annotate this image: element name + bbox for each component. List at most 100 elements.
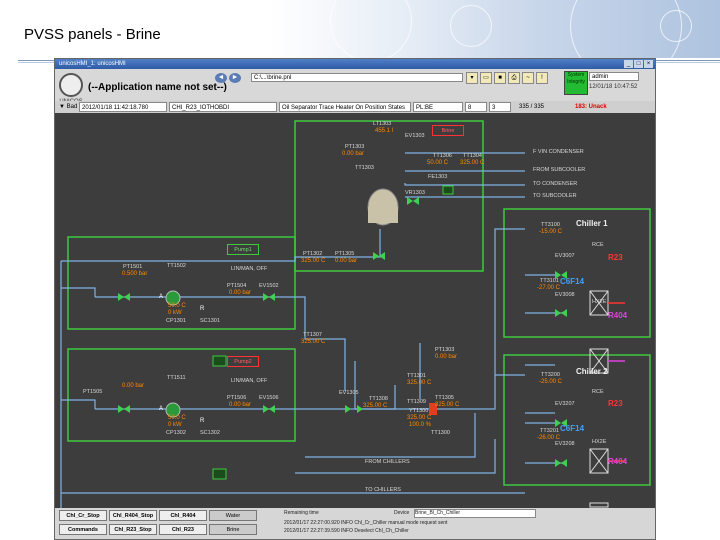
cmd-row1-3[interactable]: Chl_R404: [159, 510, 207, 521]
chiller2-ev2-tag[interactable]: EV3208: [555, 441, 575, 447]
pump1-button[interactable]: Pump1: [227, 244, 259, 255]
pump2-tag-2[interactable]: PT1506: [227, 395, 246, 401]
back-icon[interactable]: ◄: [215, 73, 227, 83]
return-tt2-tag[interactable]: TT1308: [369, 396, 388, 402]
save-icon[interactable]: ■: [494, 72, 506, 84]
print-icon[interactable]: ⎙: [508, 72, 520, 84]
brine-button[interactable]: Brine: [432, 125, 464, 136]
chiller2-temp2: -26.00 C: [537, 435, 561, 441]
pump2-ctrl[interactable]: R: [200, 418, 204, 424]
pump1-tag[interactable]: CP1301: [166, 318, 186, 324]
chiller2-temp: -25.00 C: [539, 379, 563, 385]
pump2-marker: A: [159, 406, 164, 412]
return-v-tag[interactable]: YT1300: [409, 408, 428, 414]
header-tag-2[interactable]: TT1304: [463, 153, 482, 159]
status-state: ▼ Bad: [59, 104, 78, 110]
pump2-speed: 0 kW: [168, 422, 182, 428]
tank-pressure-tag[interactable]: PT1303: [345, 144, 364, 150]
mid-tag-1[interactable]: PT1302: [303, 251, 322, 257]
chiller1-temp2: -27.00 C: [537, 285, 561, 291]
status-timestamp[interactable]: 2012/01/18 11:42:18.780: [79, 102, 167, 112]
pump2-tag-3[interactable]: EV1506: [259, 395, 279, 401]
chiller2-hx2-label: HX2E: [592, 439, 607, 445]
tank-bottom-tag[interactable]: VR1303: [405, 190, 425, 196]
return-tt-tag[interactable]: TT1307: [303, 332, 322, 338]
chiller1-temp: -15.00 C: [539, 229, 563, 235]
system-integrity-button[interactable]: System Integrity: [564, 71, 588, 95]
trend-icon[interactable]: ~: [522, 72, 534, 84]
chiller2-temp2-tag[interactable]: TT3201: [540, 428, 559, 434]
pump2-tag[interactable]: CP1302: [166, 430, 186, 436]
unack-count[interactable]: 183: Unack: [575, 101, 607, 113]
tank-flow-tag[interactable]: FE1303: [428, 174, 447, 180]
alarm-icon[interactable]: !: [536, 72, 548, 84]
device-field[interactable]: Brine_Bl_Ch_Chiller: [414, 509, 536, 518]
pump2-tag-1[interactable]: TT1511: [167, 375, 186, 381]
tank-level-tag[interactable]: LT1303: [373, 121, 391, 127]
status-field2[interactable]: 3: [489, 102, 511, 112]
chiller2-hx1-label: RCE: [592, 389, 604, 395]
close-button[interactable]: ×: [644, 60, 653, 68]
pump2-status: LIN/MAN, OFF: [231, 378, 268, 384]
return-pt-tag[interactable]: PT1303: [435, 347, 454, 353]
chiller1-frame: [503, 208, 651, 338]
pump1-ctrl[interactable]: R: [200, 306, 204, 312]
pump2-inlet-tag[interactable]: PT1505: [83, 389, 102, 395]
pump1-tag-2[interactable]: PT1504: [227, 283, 246, 289]
cmd-row1-2[interactable]: Chl_R404_Stop: [109, 510, 157, 521]
pump1-outlet-value: 0.00 bar: [229, 290, 252, 296]
to-chillers: TO CHILLERS: [365, 487, 401, 493]
message-2: 2012/01/17 22:27:39.590 INFO Deselect Ch…: [284, 528, 409, 534]
chiller2-temp-tag[interactable]: TT3200: [541, 372, 560, 378]
maximize-button[interactable]: □: [634, 60, 643, 68]
window-titlebar: unicosHMI_1: unicosHMI _ □ ×: [55, 59, 655, 69]
chiller1-temp-tag[interactable]: TT3100: [541, 222, 560, 228]
chiller1-temp2-tag[interactable]: TT3101: [540, 278, 559, 284]
cmd-row2-4[interactable]: Brine: [209, 524, 257, 535]
header-value-1: 50.00 C: [427, 160, 449, 166]
pump1-ctrl-tag[interactable]: SC1301: [200, 318, 220, 324]
return-bottom-tag[interactable]: TT1300: [431, 430, 450, 436]
folder-icon[interactable]: ▭: [480, 72, 492, 84]
pump1-tag-3[interactable]: EV1502: [259, 283, 279, 289]
chiller2-hx2: [589, 502, 609, 508]
heater-value: 325.00 C: [407, 415, 432, 421]
return-tt3-value: 325.00 C: [435, 402, 460, 408]
pump2-ctrl-tag[interactable]: SC1302: [200, 430, 220, 436]
minimize-button[interactable]: _: [624, 60, 633, 68]
window-title: unicosHMI_1: unicosHMI: [59, 61, 126, 67]
return-tt3-tag[interactable]: TT1305: [435, 395, 454, 401]
return-mid-tag[interactable]: TT1301: [407, 373, 426, 379]
pump2-temp: 50.0 C: [168, 415, 186, 421]
pump1-inlet-tag[interactable]: PT1501: [123, 264, 142, 270]
status-alias[interactable]: PL:BE: [413, 102, 463, 112]
pump1-tag-1[interactable]: TT1502: [167, 263, 186, 269]
status-description[interactable]: Oil Separator Trace Heater On Position S…: [279, 102, 411, 112]
user-field[interactable]: admin: [589, 72, 639, 81]
cmd-row1-4[interactable]: Water: [209, 510, 257, 521]
tank-pressure: 0.00 bar: [342, 151, 365, 157]
mid-tag-2[interactable]: PT1305: [335, 251, 354, 257]
chiller1-ev1-tag[interactable]: EV3007: [555, 253, 575, 259]
status-object[interactable]: CHI_R23_IOTHOBDI: [169, 102, 277, 112]
tank-level: 455.1 l: [375, 128, 394, 134]
cmd-row2-3[interactable]: Chl_R23: [159, 524, 207, 535]
chiller1-c6f14: C6F14: [560, 277, 585, 286]
chiller1-ev2-tag[interactable]: EV3008: [555, 292, 575, 298]
cmd-row2-2[interactable]: Chl_R23_Stop: [109, 524, 157, 535]
dropdown-icon[interactable]: ▾: [466, 72, 478, 84]
tank-temp-tag[interactable]: TT1303: [355, 165, 374, 171]
chiller2-ev1-tag[interactable]: EV3207: [555, 401, 575, 407]
chiller2-c6f14: C6F14: [560, 424, 585, 433]
status-field1[interactable]: 8: [465, 102, 487, 112]
heater-tag[interactable]: TT1309: [407, 399, 426, 405]
tank-valve-tag[interactable]: EV1303: [405, 133, 425, 139]
panel-path-input[interactable]: C:\...\brine.pnl: [251, 73, 463, 82]
return-valve-tag[interactable]: EV1305: [339, 390, 359, 396]
cmd-row2-1[interactable]: Commands: [59, 524, 107, 535]
pump2-button[interactable]: Pump2: [227, 356, 259, 367]
forward-icon[interactable]: ►: [229, 73, 241, 83]
return-tt2-value: 325.00 C: [363, 403, 388, 409]
cmd-row1-1[interactable]: Chl_Cr_Stop: [59, 510, 107, 521]
header-tag-1[interactable]: TT1306: [433, 153, 452, 159]
